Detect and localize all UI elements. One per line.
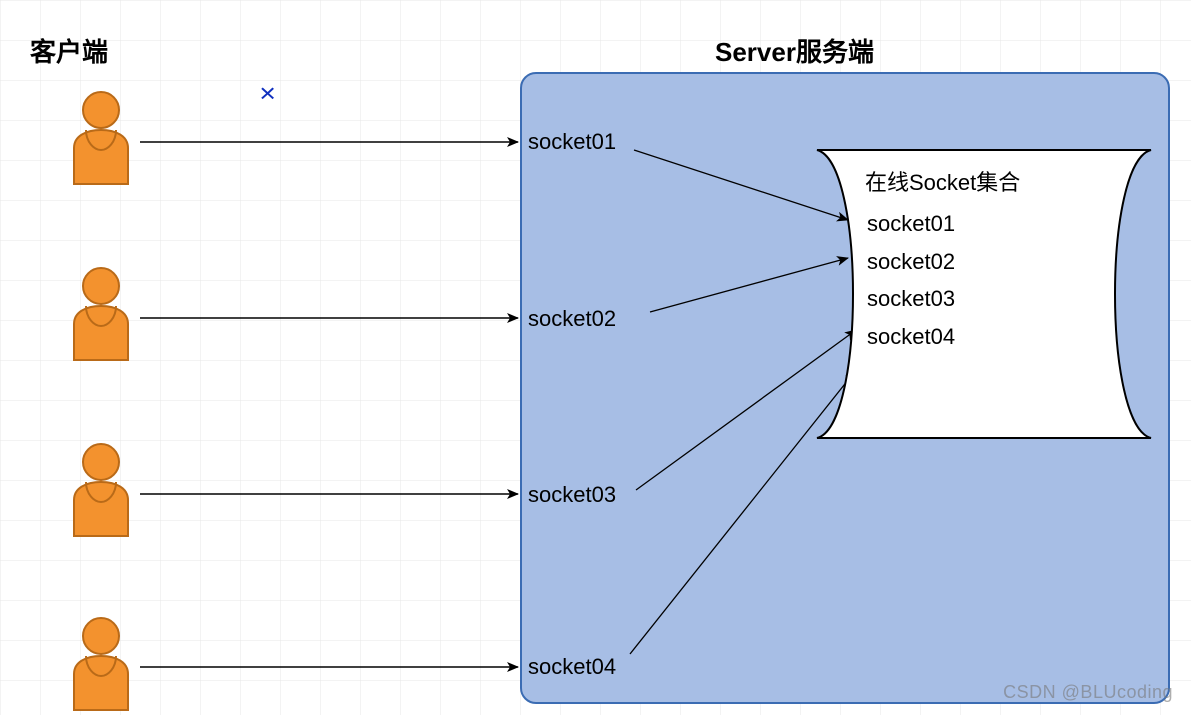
socket-label-2: socket02 — [528, 306, 616, 332]
socket-collection-box: 在线Socket集合 socket01 socket02 socket03 so… — [815, 148, 1153, 440]
x-mark: × — [259, 78, 276, 109]
collection-item: socket04 — [855, 318, 1020, 355]
collection-heading: 在线Socket集合 — [855, 164, 1020, 201]
collection-item: socket02 — [855, 243, 1020, 280]
client-title: 客户端 — [30, 32, 108, 69]
client-user-icon-2 — [62, 264, 140, 367]
collection-item: socket01 — [855, 205, 1020, 242]
socket-label-4: socket04 — [528, 654, 616, 680]
socket-collection-content: 在线Socket集合 socket01 socket02 socket03 so… — [855, 164, 1020, 355]
socket-label-1: socket01 — [528, 129, 616, 155]
diagram-stage: 客户端 Server服务端 × 在线Socket集合 socket01 sock… — [0, 0, 1191, 715]
watermark: CSDN @BLUcoding — [1003, 682, 1173, 703]
client-user-icon-3 — [62, 440, 140, 543]
client-user-icon-4 — [62, 614, 140, 715]
collection-item: socket03 — [855, 280, 1020, 317]
server-title: Server服务端 — [715, 32, 874, 69]
client-user-icon-1 — [62, 88, 140, 191]
socket-label-3: socket03 — [528, 482, 616, 508]
